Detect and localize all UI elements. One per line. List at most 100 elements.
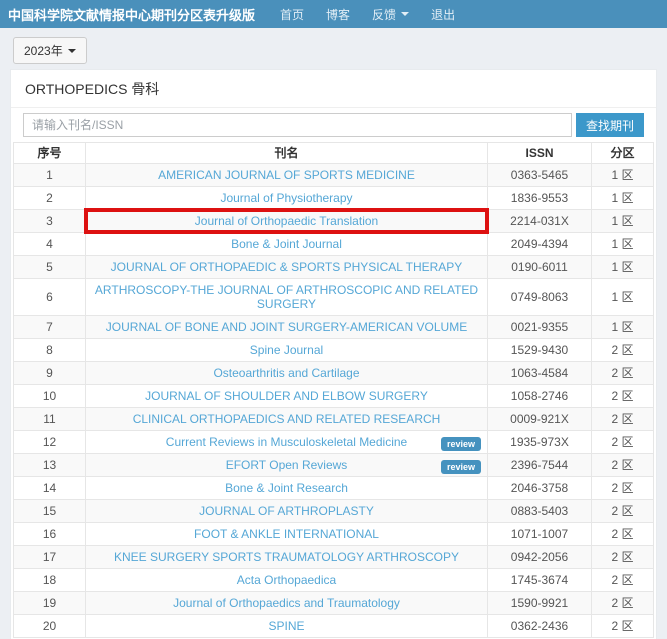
table-row: 3 Journal of Orthopaedic Translation 2214-… [14, 210, 654, 233]
col-index: 12 [14, 431, 86, 454]
journal-link[interactable]: JOURNAL OF ORTHOPAEDIC & SPORTS PHYSICAL… [111, 260, 463, 274]
journal-link[interactable]: Bone & Joint Journal [231, 237, 342, 251]
nav-item-label: 退出 [431, 6, 455, 23]
table-row: 11 CLINICAL ORTHOPAEDICS AND RELATED RESE… [14, 408, 654, 431]
col-index: 11 [14, 408, 86, 431]
nav-item-home[interactable]: 首页 [269, 6, 315, 23]
column-header: 分区 [592, 143, 654, 164]
col-zone: 2 区 [592, 339, 654, 362]
journal-link[interactable]: JOURNAL OF SHOULDER AND ELBOW SURGERY [145, 389, 428, 403]
journal-link[interactable]: Current Reviews in Musculoskeletal Medic… [166, 435, 407, 449]
col-issn: 1071-1007 [488, 523, 592, 546]
col-index: 8 [14, 339, 86, 362]
col-journal-name: EFORT Open Reviews review [86, 454, 488, 477]
col-index: 19 [14, 592, 86, 615]
col-index: 4 [14, 233, 86, 256]
journal-link[interactable]: Journal of Orthopaedics and Traumatology [173, 596, 400, 610]
col-issn: 1529-9430 [488, 339, 592, 362]
col-issn: 0883-5403 [488, 500, 592, 523]
col-journal-name: CLINICAL ORTHOPAEDICS AND RELATED RESEAR… [86, 408, 488, 431]
col-journal-name: Bone & Joint Research [86, 477, 488, 500]
journal-link[interactable]: KNEE SURGERY SPORTS TRAUMATOLOGY ARTHROS… [114, 550, 459, 564]
journal-link[interactable]: Osteoarthritis and Cartilage [213, 366, 359, 380]
journal-link[interactable]: Journal of Physiotherapy [220, 191, 352, 205]
col-journal-name: SPINE [86, 615, 488, 638]
top-navbar: 中国科学院文献情报中心期刊分区表升级版 首页博客反馈退出 [0, 0, 667, 28]
year-toolbar: 2023年 [0, 28, 667, 69]
col-zone: 1 区 [592, 187, 654, 210]
table-row: 19 Journal of Orthopaedics and Traumatolo… [14, 592, 654, 615]
col-issn: 0190-6011 [488, 256, 592, 279]
col-journal-name: Journal of Physiotherapy [86, 187, 488, 210]
col-index: 17 [14, 546, 86, 569]
col-index: 3 [14, 210, 86, 233]
journal-link[interactable]: CLINICAL ORTHOPAEDICS AND RELATED RESEAR… [133, 412, 441, 426]
journal-link[interactable]: EFORT Open Reviews [226, 458, 348, 472]
col-zone: 2 区 [592, 454, 654, 477]
journal-link[interactable]: FOOT & ANKLE INTERNATIONAL [194, 527, 379, 541]
col-journal-name: FOOT & ANKLE INTERNATIONAL [86, 523, 488, 546]
col-issn: 0749-8063 [488, 279, 592, 316]
nav-item-logout[interactable]: 退出 [420, 6, 466, 23]
year-dropdown-button[interactable]: 2023年 [13, 37, 87, 64]
table-row: 18Acta Orthopaedica1745-36742 区 [14, 569, 654, 592]
col-zone: 2 区 [592, 500, 654, 523]
col-zone: 2 区 [592, 385, 654, 408]
journal-link[interactable]: Acta Orthopaedica [237, 573, 336, 587]
col-index: 7 [14, 316, 86, 339]
journal-link[interactable]: AMERICAN JOURNAL OF SPORTS MEDICINE [158, 168, 415, 182]
table-row: 5JOURNAL OF ORTHOPAEDIC & SPORTS PHYSICA… [14, 256, 654, 279]
table-row: 20 SPINE 0362-24362 区 [14, 615, 654, 638]
col-zone: 2 区 [592, 431, 654, 454]
col-zone: 1 区 [592, 210, 654, 233]
col-issn: 0362-2436 [488, 615, 592, 638]
nav-item-feedback[interactable]: 反馈 [361, 6, 420, 23]
col-index: 6 [14, 279, 86, 316]
nav-item-label: 反馈 [372, 6, 396, 23]
col-issn: 1935-973X [488, 431, 592, 454]
col-journal-name: JOURNAL OF SHOULDER AND ELBOW SURGERY [86, 385, 488, 408]
col-issn: 1745-3674 [488, 569, 592, 592]
col-issn: 1058-2746 [488, 385, 592, 408]
review-badge: review [441, 460, 481, 474]
journal-table-body: 1AMERICAN JOURNAL OF SPORTS MEDICINE0363… [14, 164, 654, 638]
table-row: 4Bone & Joint Journal2049-43941 区 [14, 233, 654, 256]
col-index: 16 [14, 523, 86, 546]
col-zone: 2 区 [592, 615, 654, 638]
col-zone: 1 区 [592, 316, 654, 339]
search-journal-button[interactable]: 查找期刊 [576, 113, 644, 137]
nav-item-blog[interactable]: 博客 [315, 6, 361, 23]
col-zone: 2 区 [592, 523, 654, 546]
table-row: 16 FOOT & ANKLE INTERNATIONAL 1071-10072 区 [14, 523, 654, 546]
journal-table: 序号刊名ISSN分区 1AMERICAN JOURNAL OF SPORTS M… [13, 142, 654, 638]
year-dropdown-label: 2023年 [24, 42, 63, 59]
table-row: 17 KNEE SURGERY SPORTS TRAUMATOLOGY ARTHR… [14, 546, 654, 569]
journal-link[interactable]: ARTHROSCOPY-THE JOURNAL OF ARTHROSCOPIC … [95, 283, 478, 311]
col-zone: 2 区 [592, 408, 654, 431]
col-zone: 2 区 [592, 477, 654, 500]
column-header: ISSN [488, 143, 592, 164]
col-zone: 2 区 [592, 592, 654, 615]
journal-link[interactable]: JOURNAL OF BONE AND JOINT SURGERY-AMERIC… [106, 320, 467, 334]
col-zone: 1 区 [592, 279, 654, 316]
col-zone: 2 区 [592, 569, 654, 592]
table-row: 13EFORT Open Reviewsreview2396-75442 区 [14, 454, 654, 477]
col-journal-name: Current Reviews in Musculoskeletal Medic… [86, 431, 488, 454]
col-index: 20 [14, 615, 86, 638]
journal-link[interactable]: Bone & Joint Research [225, 481, 348, 495]
col-journal-name: JOURNAL OF ARTHROPLASTY [86, 500, 488, 523]
col-issn: 2214-031X [488, 210, 592, 233]
col-index: 2 [14, 187, 86, 210]
col-journal-name: Bone & Joint Journal [86, 233, 488, 256]
category-title: ORTHOPEDICS 骨科 [11, 70, 656, 108]
col-journal-name: ARTHROSCOPY-THE JOURNAL OF ARTHROSCOPIC … [86, 279, 488, 316]
journal-link[interactable]: JOURNAL OF ARTHROPLASTY [199, 504, 374, 518]
journal-link[interactable]: Journal of Orthopaedic Translation [195, 214, 378, 228]
col-issn: 1590-9921 [488, 592, 592, 615]
search-bar: 查找期刊 [11, 108, 656, 142]
col-journal-name: Journal of Orthopaedics and Traumatology [86, 592, 488, 615]
search-input[interactable] [23, 113, 572, 137]
col-issn: 2396-7544 [488, 454, 592, 477]
journal-link[interactable]: Spine Journal [250, 343, 323, 357]
journal-link[interactable]: SPINE [268, 619, 304, 633]
